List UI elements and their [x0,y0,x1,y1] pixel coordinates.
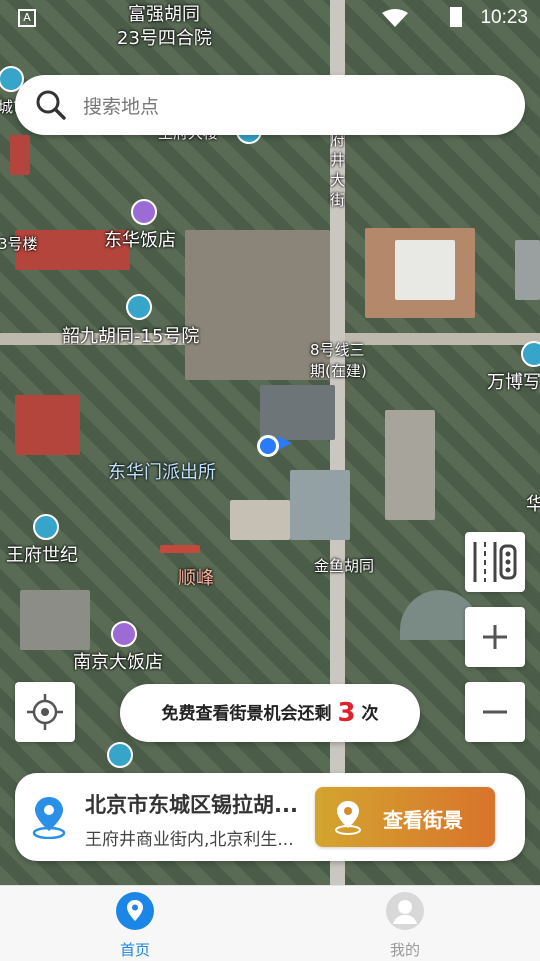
poi-building-icon[interactable] [107,742,133,768]
wifi-icon [382,9,408,27]
map-label: 府井大街 [330,131,346,209]
search-bar[interactable]: 搜索地点 [15,75,525,135]
heading-arrow-icon [278,436,292,450]
hotel-icon[interactable] [131,199,157,225]
map-label: 南京大饭店 [73,652,163,673]
location-info-card: 北京市东城区锡拉胡... 王府井商业街内,北京利生... 查看街景 [15,773,525,861]
search-icon [36,90,66,120]
map-building [10,135,30,175]
view-street-label: 查看街景 [383,808,463,832]
map-building [185,230,330,380]
map-building [230,500,290,540]
poi-building-icon[interactable] [521,341,540,367]
free-view-counter: 免费查看街景机会还剩 3 次 [120,684,420,742]
map-label: 金鱼胡同 [314,557,375,575]
crosshair-icon [27,694,63,730]
battery-icon [450,7,462,27]
map-building [260,385,335,440]
zoom-out-button[interactable] [465,682,525,742]
map-label: 华 [526,494,540,515]
locate-me-button[interactable] [15,682,75,742]
map-label: 东华饭店 [104,230,176,251]
map-label: 3号楼 [0,235,38,253]
map-building [515,240,540,300]
map-building [290,470,350,540]
map-label: 期(在建) [310,362,367,380]
map-building [395,240,455,300]
poi-building-icon[interactable] [126,294,152,320]
map-label: 8号线三 [310,341,365,359]
street-view-layer-button[interactable] [465,532,525,592]
map-building [385,410,435,520]
search-placeholder: 搜索地点 [83,96,160,118]
minus-icon [483,710,507,714]
bottom-tab-bar: 首页 我的 [0,885,540,961]
address-title: 北京市东城区锡拉胡... [85,793,298,817]
current-location-marker [257,435,279,457]
location-pin-icon [335,801,361,835]
app-notification-icon: A [18,9,36,27]
map-building [160,545,200,553]
map-label: 万博写 [487,372,540,393]
poi-building-icon[interactable] [33,514,59,540]
tab-mine[interactable]: 我的 [270,886,540,961]
map-label: 王府世纪 [6,545,78,566]
map-building [15,395,80,455]
user-profile-icon [386,892,424,930]
tab-home[interactable]: 首页 [0,886,270,961]
hotel-icon[interactable] [111,621,137,647]
clock: 10:23 [480,7,528,28]
map-label-police: 东华门派出所 [108,462,216,483]
plus-icon [483,625,507,649]
counter-number: 3 [337,698,356,728]
counter-suffix: 次 [361,704,379,724]
map-building [20,590,90,650]
map-label: 顺峰 [178,568,214,589]
tab-home-label: 首页 [119,941,150,959]
zoom-in-button[interactable] [465,607,525,667]
counter-prefix: 免费查看街景机会还剩 [161,704,332,724]
road-layer-icon [473,542,517,582]
map-label: 韶九胡同-15号院 [62,326,200,347]
view-street-button[interactable]: 查看街景 [315,787,495,847]
tab-mine-label: 我的 [389,941,420,959]
status-bar: A 10:23 [0,0,540,36]
address-subtitle: 王府井商业街内,北京利生... [85,830,294,850]
location-pin-icon [32,797,66,839]
map-pin-home-icon [116,892,154,930]
